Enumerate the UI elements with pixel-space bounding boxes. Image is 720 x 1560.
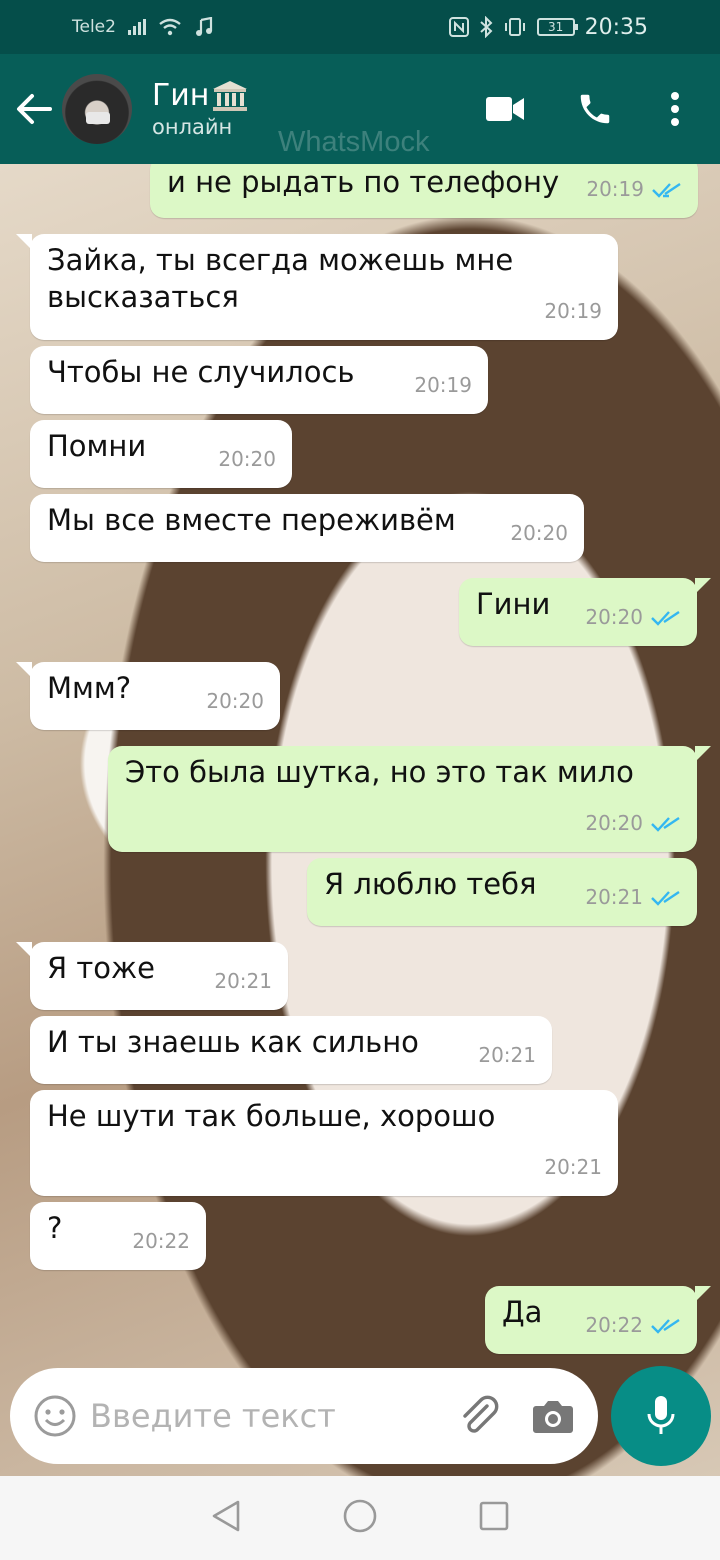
avatar[interactable] bbox=[62, 74, 132, 144]
message-incoming[interactable]: Зайка, ты всегда можешь мне высказаться … bbox=[16, 234, 618, 340]
message-text: Чтобы не случилось bbox=[47, 355, 355, 389]
microphone-icon bbox=[647, 1396, 675, 1434]
message-time: 20:20 bbox=[585, 605, 643, 629]
classical-building-icon bbox=[213, 81, 248, 111]
voice-message-button[interactable] bbox=[611, 1366, 711, 1466]
message-text: Не шути так больше, хорошо bbox=[47, 1099, 496, 1133]
paperclip-icon bbox=[463, 1395, 499, 1433]
chat-area[interactable]: и не рыдать по телефону 20:19 Зайка, ты … bbox=[0, 164, 720, 1476]
watermark: WhatsMock bbox=[278, 126, 430, 158]
message-time: 20:20 bbox=[510, 521, 568, 545]
message-incoming[interactable]: И ты знаешь как сильно 20:21 bbox=[30, 1016, 552, 1084]
double-check-icon bbox=[651, 610, 680, 626]
message-input-bar bbox=[10, 1368, 598, 1464]
circle-home-icon bbox=[343, 1499, 377, 1533]
message-outgoing[interactable]: Гини 20:20 bbox=[459, 578, 711, 646]
message-incoming[interactable]: Чтобы не случилось 20:19 bbox=[30, 346, 488, 414]
message-time: 20:20 bbox=[585, 811, 643, 835]
emoji-icon bbox=[34, 1395, 76, 1437]
status-bar: Tele2 31 20:35 bbox=[0, 0, 720, 54]
message-time: 20:22 bbox=[132, 1229, 190, 1253]
message-outgoing[interactable]: Это была шутка, но это так мило 20:20 bbox=[108, 746, 711, 852]
message-text: И ты знаешь как сильно bbox=[47, 1025, 419, 1059]
double-check-icon bbox=[652, 182, 681, 198]
camera-icon bbox=[533, 1401, 573, 1433]
carrier-label: Tele2 bbox=[72, 17, 116, 37]
message-time: 20:21 bbox=[544, 1155, 602, 1179]
status-time: 20:35 bbox=[584, 14, 648, 40]
system-nav-bar bbox=[0, 1476, 720, 1560]
contact-name: Гин bbox=[152, 78, 210, 113]
message-incoming[interactable]: Я тоже 20:21 bbox=[16, 942, 288, 1010]
wifi-icon bbox=[159, 18, 181, 36]
message-text: Это была шутка, но это так мило bbox=[125, 755, 634, 789]
square-recents-icon bbox=[479, 1501, 509, 1531]
message-incoming[interactable]: Ммм? 20:20 bbox=[16, 662, 280, 730]
message-incoming[interactable]: ? 20:22 bbox=[30, 1202, 206, 1270]
message-incoming[interactable]: Мы все вместе переживём 20:20 bbox=[30, 494, 584, 562]
double-check-icon bbox=[651, 890, 680, 906]
music-note-icon bbox=[195, 17, 213, 36]
emoji-button[interactable] bbox=[34, 1395, 76, 1437]
message-time: 20:20 bbox=[206, 689, 264, 713]
contact-status: онлайн bbox=[152, 115, 233, 139]
message-time: 20:21 bbox=[214, 969, 272, 993]
message-time: 20:19 bbox=[586, 177, 644, 201]
arrow-left-icon bbox=[17, 94, 52, 124]
vibrate-icon bbox=[504, 18, 525, 36]
message-time: 20:19 bbox=[414, 373, 472, 397]
message-time: 20:21 bbox=[585, 885, 643, 909]
message-outgoing[interactable]: Да 20:22 bbox=[485, 1286, 711, 1354]
video-camera-icon bbox=[486, 97, 524, 121]
message-incoming[interactable]: Не шути так больше, хорошо 20:21 bbox=[30, 1090, 618, 1196]
phone-icon bbox=[580, 94, 610, 124]
message-time: 20:19 bbox=[544, 299, 602, 323]
nav-home-button[interactable] bbox=[342, 1498, 378, 1538]
message-time: 20:20 bbox=[218, 447, 276, 471]
message-incoming[interactable]: Помни 20:20 bbox=[30, 420, 292, 488]
message-time: 20:21 bbox=[478, 1043, 536, 1067]
message-text: Зайка, ты всегда можешь мне высказаться bbox=[47, 243, 514, 314]
video-call-button[interactable] bbox=[460, 74, 550, 144]
nav-recents-button[interactable] bbox=[478, 1500, 510, 1536]
message-outgoing[interactable]: Я люблю тебя 20:21 bbox=[307, 858, 697, 926]
battery-icon: 31 bbox=[536, 18, 578, 36]
bluetooth-icon bbox=[479, 16, 493, 38]
signal-icon bbox=[127, 19, 146, 35]
camera-button[interactable] bbox=[532, 1398, 574, 1434]
attach-button[interactable] bbox=[456, 1393, 502, 1439]
double-check-icon bbox=[651, 816, 680, 832]
nfc-icon bbox=[448, 17, 469, 37]
message-outgoing[interactable]: и не рыдать по телефону 20:19 bbox=[150, 164, 698, 218]
back-button[interactable] bbox=[6, 79, 62, 139]
nav-back-button[interactable] bbox=[210, 1499, 242, 1537]
voice-call-button[interactable] bbox=[550, 74, 640, 144]
contact-name-row: Гин bbox=[152, 78, 249, 114]
triangle-back-icon bbox=[212, 1500, 240, 1532]
message-input[interactable] bbox=[90, 1397, 430, 1435]
contact-info[interactable]: Гин онлайн bbox=[152, 78, 249, 140]
message-time: 20:22 bbox=[585, 1313, 643, 1337]
double-check-icon bbox=[651, 1318, 680, 1334]
more-vert-icon bbox=[671, 92, 679, 126]
message-text: Мы все вместе переживём bbox=[47, 503, 456, 537]
more-options-button[interactable] bbox=[640, 74, 710, 144]
